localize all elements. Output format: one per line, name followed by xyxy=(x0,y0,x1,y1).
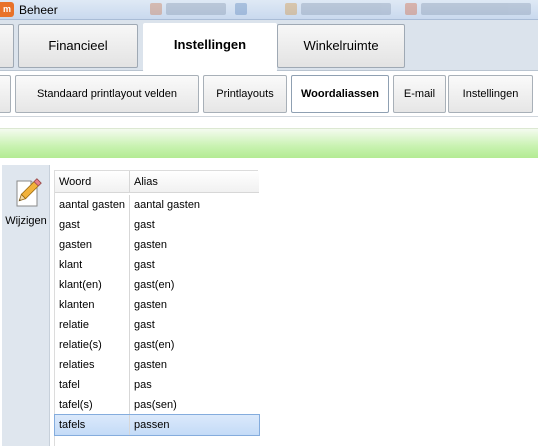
cell-alias: gast(en) xyxy=(134,339,175,351)
table-row[interactable]: klant(en) gast(en) xyxy=(55,275,259,295)
table-row[interactable]: relatie gast xyxy=(55,315,259,335)
table-row[interactable]: klanten gasten xyxy=(55,295,259,315)
column-header-woord[interactable]: Woord xyxy=(55,171,130,193)
column-header-alias[interactable]: Alias xyxy=(130,171,259,193)
cell-woord: gast xyxy=(59,219,80,231)
sub-tab-instellingen[interactable]: Instellingen xyxy=(448,75,533,113)
cell-woord: relatie(s) xyxy=(59,339,102,351)
cell-woord: tafels xyxy=(59,419,86,431)
cell-woord: relaties xyxy=(59,359,95,371)
cell-alias: gast(en) xyxy=(134,279,175,291)
window-title: Beheer xyxy=(19,3,58,17)
main-tab-bar: Financieel Instellingen Winkelruimte xyxy=(0,20,538,72)
cell-woord: klanten xyxy=(59,299,95,311)
cell-alias: gast xyxy=(134,259,155,271)
table-row[interactable]: aantal gasten aantal gasten xyxy=(55,195,259,215)
cell-alias: passen xyxy=(134,419,170,431)
table-row[interactable]: gasten gasten xyxy=(55,235,259,255)
cell-alias: gast xyxy=(134,319,155,331)
table-row[interactable]: tafel pas xyxy=(55,375,259,395)
cell-woord: klant xyxy=(59,259,83,271)
table-row[interactable]: klant gast xyxy=(55,255,259,275)
sub-tab-hidden-left[interactable] xyxy=(0,75,11,113)
sub-tab-email[interactable]: E-mail xyxy=(393,75,446,113)
action-sidebar: Wijzigen xyxy=(2,165,50,446)
table-row[interactable]: tafel(s) pas(sen) xyxy=(55,395,259,415)
sub-tab-bar: Standaard printlayout velden Printlayout… xyxy=(0,71,538,117)
cell-alias: gast xyxy=(134,219,155,231)
cell-woord: tafel(s) xyxy=(59,399,93,411)
wijzigen-button[interactable]: Wijzigen xyxy=(2,173,50,231)
cell-woord: gasten xyxy=(59,239,93,251)
cell-woord: relatie xyxy=(59,319,89,331)
title-bar: m Beheer xyxy=(0,0,538,20)
background-window-tab-icon xyxy=(405,3,538,17)
cell-woord: aantal gasten xyxy=(59,199,126,211)
app-logo-icon: m xyxy=(0,2,14,17)
cell-alias: aantal gasten xyxy=(134,199,201,211)
tab-winkelruimte[interactable]: Winkelruimte xyxy=(277,24,405,68)
tab-financieel[interactable]: Financieel xyxy=(18,24,138,68)
tab-instellingen[interactable]: Instellingen xyxy=(143,23,277,72)
cell-alias: gasten xyxy=(134,299,168,311)
tab-hidden-left[interactable] xyxy=(0,24,14,68)
cell-alias: pas xyxy=(134,379,152,391)
cell-alias: gasten xyxy=(134,359,168,371)
background-window-tab-icon xyxy=(235,3,275,17)
sub-tab-printlayouts[interactable]: Printlayouts xyxy=(203,75,287,113)
word-alias-table: Woord Alias aantal gasten aantal gasten ga… xyxy=(54,170,260,446)
table-row[interactable]: tafels passen xyxy=(54,414,260,436)
cell-alias: pas(sen) xyxy=(134,399,177,411)
background-window-tab-icon xyxy=(285,3,395,17)
background-window-tab-icon xyxy=(150,3,230,17)
content-area: Wijzigen Woord Alias aantal gasten aantal… xyxy=(0,158,538,446)
table-row[interactable]: gast gast xyxy=(55,215,259,235)
table-row[interactable]: relatie(s) gast(en) xyxy=(55,335,259,355)
sub-tab-woordaliassen[interactable]: Woordaliassen xyxy=(291,75,389,113)
table-header: Woord Alias xyxy=(55,171,259,193)
cell-woord: klant(en) xyxy=(59,279,102,291)
sub-tab-standaard-printlayout-velden[interactable]: Standaard printlayout velden xyxy=(15,75,199,113)
wijzigen-label: Wijzigen xyxy=(5,215,47,227)
cell-alias: gasten xyxy=(134,239,168,251)
pencil-document-icon xyxy=(16,178,42,207)
cell-woord: tafel xyxy=(59,379,80,391)
table-row[interactable]: relaties gasten xyxy=(55,355,259,375)
status-gradient-bar xyxy=(0,128,538,158)
